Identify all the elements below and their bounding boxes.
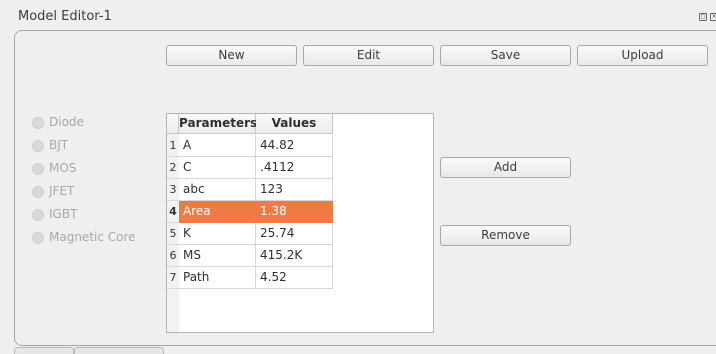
radio-label: Diode [49, 115, 84, 129]
row-number[interactable]: 7 [167, 267, 179, 289]
table-row-selected[interactable]: 4 Area 1.38 [167, 201, 333, 223]
row-number[interactable]: 5 [167, 223, 179, 245]
value-cell[interactable]: 415.2K [256, 245, 333, 267]
param-cell[interactable]: abc [179, 179, 256, 201]
radio-icon [32, 186, 44, 198]
parameters-table[interactable]: Parameters Values 1 A 44.82 2 C .4112 3 … [166, 113, 434, 333]
radio-icon [32, 209, 44, 221]
radio-label: JFET [49, 184, 75, 198]
row-number[interactable]: 2 [167, 157, 179, 179]
table-row[interactable]: 5 K 25.74 [167, 223, 333, 245]
value-cell[interactable]: 44.82 [256, 135, 333, 157]
radio-icon [32, 117, 44, 129]
add-button[interactable]: Add [440, 157, 571, 178]
corner-header [167, 114, 179, 134]
row-number[interactable]: 4 [167, 201, 179, 223]
row-number[interactable]: 6 [167, 245, 179, 267]
table-row[interactable]: 2 C .4112 [167, 157, 333, 179]
radio-label: Magnetic Core [49, 230, 136, 244]
radio-label: BJT [49, 138, 69, 152]
title-bar: Model Editor-1 ◻ × [0, 0, 716, 30]
value-cell[interactable]: 25.74 [256, 223, 333, 245]
table-row[interactable]: 6 MS 415.2K [167, 245, 333, 267]
remove-button[interactable]: Remove [440, 225, 571, 246]
param-cell[interactable]: MS [179, 245, 256, 267]
column-header-values[interactable]: Values [256, 114, 333, 134]
table-row[interactable]: 7 Path 4.52 [167, 267, 333, 289]
edit-button[interactable]: Edit [303, 45, 434, 66]
param-cell[interactable]: A [179, 135, 256, 157]
table-row[interactable]: 3 abc 123 [167, 179, 333, 201]
value-cell[interactable]: 123 [256, 179, 333, 201]
param-cell[interactable]: C [179, 157, 256, 179]
param-cell[interactable]: K [179, 223, 256, 245]
row-number[interactable]: 1 [167, 135, 179, 157]
window-title: Model Editor-1 [18, 9, 112, 24]
radio-icon [32, 140, 44, 152]
new-button[interactable]: New [166, 45, 297, 66]
restore-icon[interactable]: ◻ [699, 13, 707, 21]
table-row[interactable]: 1 A 44.82 [167, 135, 333, 157]
upload-button[interactable]: Upload [577, 45, 708, 66]
radio-icon [32, 232, 44, 244]
save-button[interactable]: Save [440, 45, 571, 66]
radio-label: IGBT [49, 207, 78, 221]
value-cell[interactable]: 4.52 [256, 267, 333, 289]
radio-icon [32, 163, 44, 175]
column-header-parameters[interactable]: Parameters [179, 114, 257, 134]
radio-label: MOS [49, 161, 77, 175]
param-cell[interactable]: Path [179, 267, 256, 289]
value-cell[interactable]: .4112 [256, 157, 333, 179]
row-number[interactable]: 3 [167, 179, 179, 201]
param-cell[interactable]: Area [179, 201, 256, 223]
value-cell[interactable]: 1.38 [256, 201, 333, 223]
close-icon[interactable]: × [710, 13, 716, 21]
